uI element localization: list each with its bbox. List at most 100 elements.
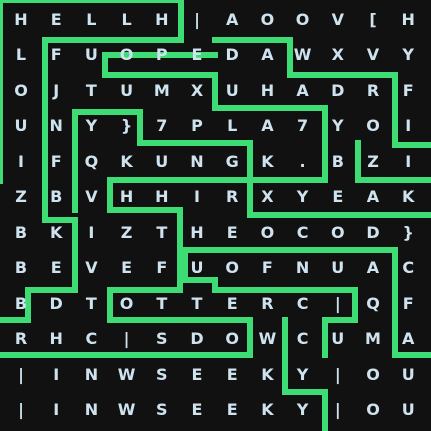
grid-cell[interactable]: B [6, 253, 36, 283]
grid-cell[interactable]: J [41, 75, 71, 105]
grid-cell[interactable]: C [288, 288, 318, 318]
grid-cell[interactable]: } [393, 217, 423, 247]
grid-cell[interactable]: O [112, 288, 142, 318]
grid-cell[interactable]: L [112, 4, 142, 34]
grid-cell[interactable]: T [76, 288, 106, 318]
grid-cell[interactable]: D [358, 217, 388, 247]
grid-cell[interactable]: O [252, 217, 282, 247]
grid-cell[interactable]: P [182, 111, 212, 141]
grid-cell[interactable]: V [323, 4, 353, 34]
grid-cell[interactable]: B [6, 288, 36, 318]
grid-cell[interactable]: Z [112, 217, 142, 247]
grid-cell[interactable]: O [112, 40, 142, 70]
grid-cell[interactable]: E [217, 395, 247, 425]
grid-cell[interactable]: Z [6, 182, 36, 212]
grid-cell[interactable]: Y [76, 111, 106, 141]
grid-cell[interactable]: I [76, 217, 106, 247]
grid-cell[interactable]: D [323, 75, 353, 105]
grid-cell[interactable]: Y [288, 182, 318, 212]
grid-cell[interactable]: D [182, 324, 212, 354]
grid-cell[interactable]: E [41, 253, 71, 283]
grid-cell[interactable]: N [182, 146, 212, 176]
grid-cell[interactable]: S [147, 359, 177, 389]
grid-cell[interactable]: S [147, 395, 177, 425]
grid-cell[interactable]: E [323, 182, 353, 212]
grid-cell[interactable]: X [323, 40, 353, 70]
grid-cell[interactable]: 7 [147, 111, 177, 141]
grid-cell[interactable]: O [288, 4, 318, 34]
grid-cell[interactable]: K [393, 182, 423, 212]
grid-cell[interactable]: A [358, 253, 388, 283]
grid-cell[interactable]: A [393, 324, 423, 354]
grid-cell[interactable]: W [252, 324, 282, 354]
grid-cell[interactable]: T [147, 288, 177, 318]
grid-cell[interactable]: T [76, 75, 106, 105]
grid-cell[interactable]: U [393, 395, 423, 425]
grid-cell[interactable]: O [323, 217, 353, 247]
grid-cell[interactable]: A [252, 40, 282, 70]
grid-cell[interactable]: A [217, 4, 247, 34]
grid-cell[interactable]: H [41, 324, 71, 354]
grid-cell[interactable]: F [393, 75, 423, 105]
grid-cell[interactable]: X [182, 75, 212, 105]
grid-cell[interactable]: B [6, 217, 36, 247]
grid-cell[interactable]: I [393, 111, 423, 141]
grid-cell[interactable]: A [252, 111, 282, 141]
grid-cell[interactable]: H [6, 4, 36, 34]
grid-cell[interactable]: K [252, 359, 282, 389]
grid-cell[interactable]: B [41, 182, 71, 212]
grid-cell[interactable]: V [76, 182, 106, 212]
grid-cell[interactable]: Y [288, 359, 318, 389]
grid-cell[interactable]: I [41, 395, 71, 425]
grid-cell[interactable]: P [147, 40, 177, 70]
grid-cell[interactable]: T [147, 217, 177, 247]
grid-cell[interactable]: E [41, 4, 71, 34]
grid-cell[interactable]: B [323, 146, 353, 176]
grid-cell[interactable]: F [252, 253, 282, 283]
grid-cell[interactable]: O [217, 253, 247, 283]
grid-cell[interactable]: N [76, 395, 106, 425]
grid-cell[interactable]: . [288, 146, 318, 176]
grid-cell[interactable]: U [182, 253, 212, 283]
grid-cell[interactable]: Y [288, 395, 318, 425]
grid-cell[interactable]: O [358, 111, 388, 141]
grid-cell[interactable]: U [323, 324, 353, 354]
grid-cell[interactable]: A [288, 75, 318, 105]
grid-cell[interactable]: R [252, 288, 282, 318]
grid-cell[interactable]: R [217, 182, 247, 212]
grid-cell[interactable]: S [147, 324, 177, 354]
grid-cell[interactable]: | [323, 359, 353, 389]
grid-cell[interactable]: U [217, 75, 247, 105]
grid-cell[interactable]: D [41, 288, 71, 318]
grid-cell[interactable]: M [358, 324, 388, 354]
grid-cell[interactable]: K [41, 217, 71, 247]
grid-cell[interactable]: C [393, 253, 423, 283]
grid-cell[interactable]: U [6, 111, 36, 141]
grid-cell[interactable]: U [393, 359, 423, 389]
grid-cell[interactable]: E [182, 40, 212, 70]
grid-cell[interactable]: V [358, 40, 388, 70]
grid-cell[interactable]: O [217, 324, 247, 354]
grid-cell[interactable]: | [182, 4, 212, 34]
grid-cell[interactable]: Y [323, 111, 353, 141]
grid-cell[interactable]: H [182, 217, 212, 247]
grid-cell[interactable]: Z [358, 146, 388, 176]
grid-cell[interactable]: O [358, 359, 388, 389]
grid-cell[interactable]: U [323, 253, 353, 283]
grid-cell[interactable]: | [323, 288, 353, 318]
grid-cell[interactable]: F [147, 253, 177, 283]
grid-cell[interactable]: X [252, 182, 282, 212]
grid-cell[interactable]: O [6, 75, 36, 105]
grid-cell[interactable]: U [112, 75, 142, 105]
grid-cell[interactable]: H [393, 4, 423, 34]
grid-cell[interactable]: E [112, 253, 142, 283]
grid-cell[interactable]: | [112, 324, 142, 354]
grid-cell[interactable]: K [252, 395, 282, 425]
grid-cell[interactable]: E [182, 395, 212, 425]
grid-cell[interactable]: K [112, 146, 142, 176]
grid-cell[interactable]: H [147, 4, 177, 34]
grid-cell[interactable]: R [358, 75, 388, 105]
grid-cell[interactable]: W [112, 395, 142, 425]
grid-cell[interactable]: C [288, 324, 318, 354]
grid-cell[interactable]: U [147, 146, 177, 176]
